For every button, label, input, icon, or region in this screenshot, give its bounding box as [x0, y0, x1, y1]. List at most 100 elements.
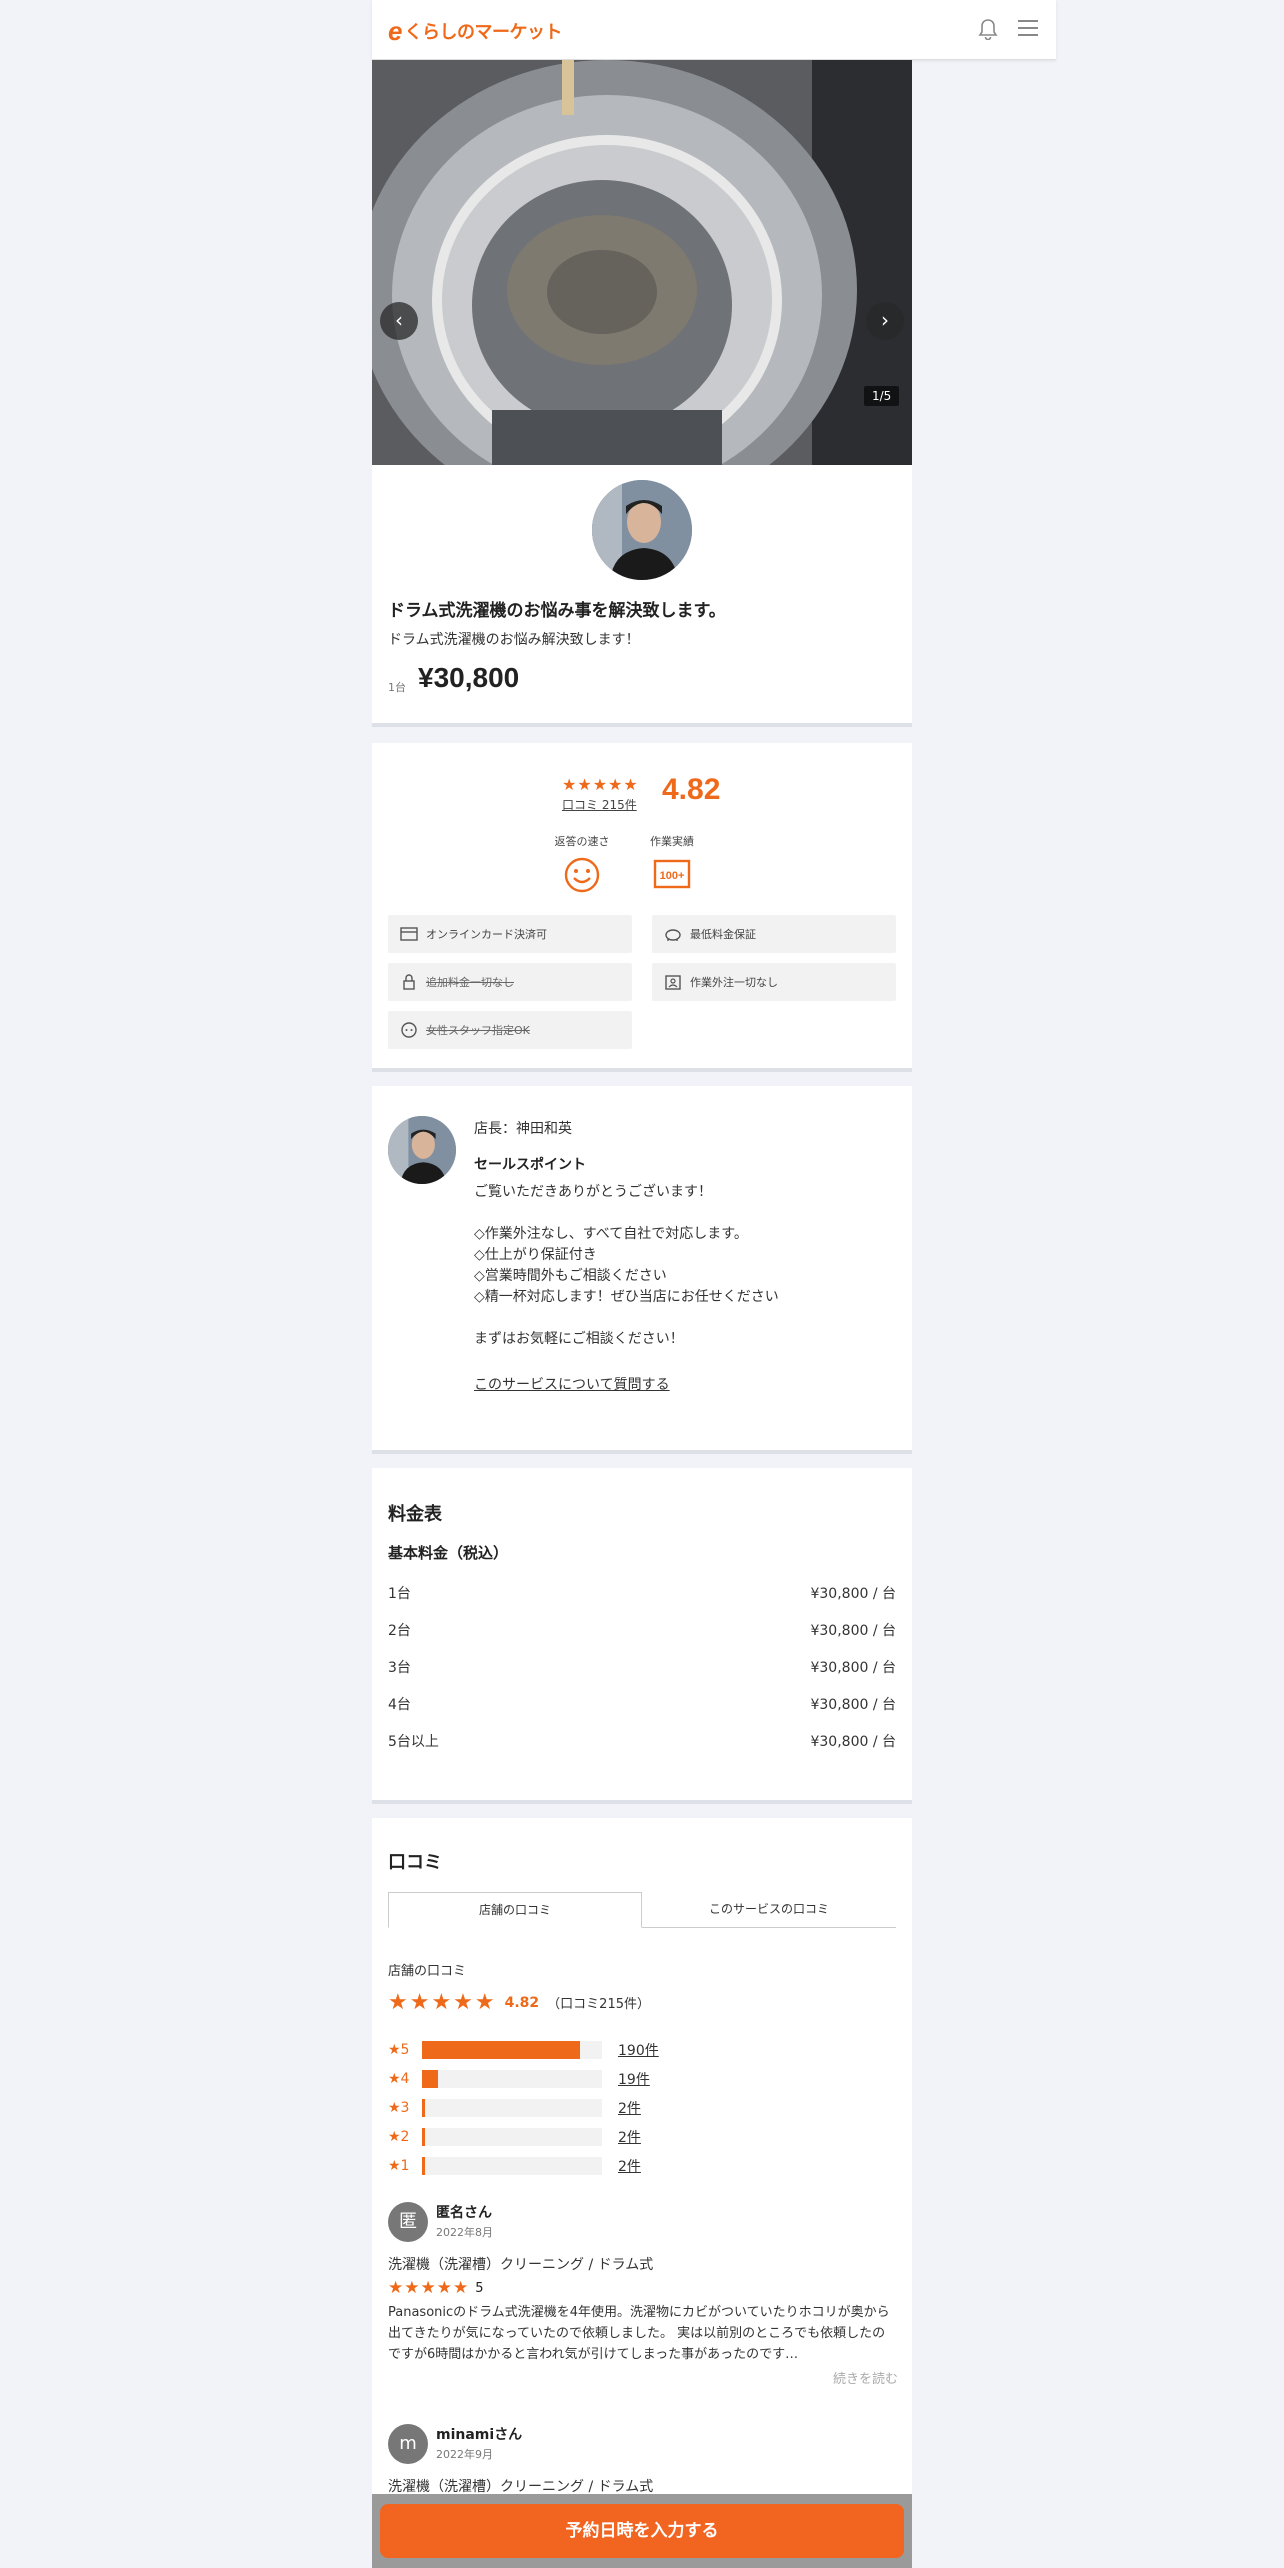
badge-label: 返答の速さ	[554, 835, 610, 848]
price-qty: 5台以上	[388, 1734, 439, 1750]
tab-store-reviews[interactable]: 店舗の口コミ	[388, 1892, 642, 1928]
review-score: 5	[475, 2280, 484, 2296]
read-more-link[interactable]: 続きを読む	[833, 2368, 898, 2387]
reviewer-avatar: 匿	[388, 2202, 428, 2242]
feature-no-extra-fees: 追加料金一切なし	[388, 963, 632, 1001]
review-service: 洗濯機（洗濯槽）クリーニング / ドラム式	[388, 2479, 654, 2495]
pricing-title: 料金表	[388, 1504, 442, 1525]
carousel-prev-button[interactable]: ‹	[380, 302, 418, 340]
reviewer-name: minamiさん	[436, 2427, 523, 2443]
price-qty: 3台	[388, 1660, 411, 1676]
rating-bar-label: ★4	[388, 2071, 410, 2087]
tab-service-reviews[interactable]: このサービスの口コミ	[642, 1892, 896, 1928]
price-row: 5台以上 ¥30,800 / 台	[388, 1731, 896, 1751]
review-count-link[interactable]: 口コミ 215件	[562, 796, 639, 813]
price-value: ¥30,800 / 台	[810, 1623, 896, 1639]
pricing-card: 料金表 基本料金（税込） 1台 ¥30,800 / 台 2台 ¥30,800 / 台…	[372, 1468, 912, 1804]
app-header: e くらしのマーケット	[372, 0, 1056, 60]
rating-stars: ★★★★★	[562, 775, 639, 794]
reviews-score: 4.82	[504, 1994, 540, 2011]
review-rating: ★★★★★ 5	[388, 2278, 483, 2298]
rating-bar-count-link[interactable]: 19件	[618, 2069, 650, 2089]
rating-bar-count-link[interactable]: 2件	[618, 2156, 641, 2176]
rating-bar-row: ★3 2件	[388, 2098, 641, 2118]
rating-card: ★★★★★ 口コミ 215件 4.82 返答の速さ 作業実績 100+ オンライ…	[372, 743, 912, 1072]
price-unit: 1台	[388, 681, 406, 694]
rating-bar-label: ★1	[388, 2158, 410, 2174]
service-summary: ドラム式洗濯機のお悩み事を解決致します。 ドラム式洗濯機のお悩み解決致します！ …	[372, 465, 912, 727]
service-title: ドラム式洗濯機のお悩み事を解決致します。	[388, 601, 726, 621]
reviewer-name: 匿名さん	[436, 2205, 492, 2221]
reviewer-avatar: m	[388, 2424, 428, 2464]
feature-online-card-payment: オンラインカード決済可	[388, 915, 632, 953]
feature-label: 追加料金一切なし	[426, 976, 514, 989]
rating-bar-fill	[422, 2157, 425, 2175]
price-qty: 1台	[388, 1586, 411, 1602]
price-value: ¥30,800 / 台	[810, 1697, 896, 1713]
price-row: 4台 ¥30,800 / 台	[388, 1694, 896, 1714]
pricing-subtitle: 基本料金（税込）	[388, 1544, 509, 1562]
store-avatar[interactable]	[592, 480, 692, 580]
site-logo[interactable]: e くらしのマーケット	[388, 18, 562, 44]
hamburger-menu-icon[interactable]	[1018, 20, 1038, 41]
rating-bar-track	[422, 2128, 602, 2146]
sales-point-title: セールスポイント	[474, 1157, 586, 1173]
price-value: ¥30,800 / 台	[810, 1660, 896, 1676]
lock-icon	[400, 974, 418, 990]
rating-bar-track	[422, 2041, 602, 2059]
price-qty: 4台	[388, 1697, 411, 1713]
review-tabs: 店舗の口コミ このサービスの口コミ	[388, 1892, 896, 1928]
rating-bar-fill	[422, 2099, 425, 2117]
review-stars: ★★★★★	[388, 2278, 470, 2298]
rating-bar-track	[422, 2099, 602, 2117]
price-value: ¥30,800 / 台	[810, 1586, 896, 1602]
rating-bar-row: ★2 2件	[388, 2127, 641, 2147]
review-date: 2022年9月	[436, 2448, 493, 2461]
price-row: 1台 ¥30,800 / 台	[388, 1583, 896, 1603]
rating-bar-row: ★4 19件	[388, 2069, 650, 2089]
rating-bar-label: ★5	[388, 2042, 410, 2058]
smile-icon	[542, 857, 622, 896]
carousel-next-button[interactable]: ›	[866, 302, 904, 340]
rating-bar-row: ★5 190件	[388, 2040, 659, 2060]
ask-question-link[interactable]: このサービスについて質問する	[474, 1374, 670, 1394]
hero-carousel[interactable]: ‹ › 1/5	[372, 60, 912, 465]
feature-label: 最低料金保証	[690, 928, 756, 941]
reserve-datetime-button[interactable]: 予約日時を入力する	[380, 2504, 904, 2558]
svg-text:100+: 100+	[660, 870, 685, 882]
female-staff-icon	[400, 1022, 418, 1038]
review-date: 2022年8月	[436, 2226, 493, 2239]
store-manager-avatar[interactable]	[388, 1116, 456, 1184]
badge-work-record: 作業実績 100+	[632, 833, 712, 894]
price-row: 3台 ¥30,800 / 台	[388, 1657, 896, 1677]
rating-bar-label: ★3	[388, 2100, 410, 2116]
reviews-stars: ★★★★★	[388, 1990, 497, 2015]
feature-label: オンラインカード決済可	[426, 928, 547, 941]
service-subtitle: ドラム式洗濯機のお悩み解決致します！	[388, 632, 640, 648]
store-manager-name: 店長：神田和英	[474, 1121, 572, 1137]
100-plus-icon: 100+	[632, 857, 712, 894]
feature-label: 女性スタッフ指定OK	[426, 1024, 530, 1037]
bell-icon[interactable]	[978, 18, 998, 44]
reviews-overall: ★★★★★ 4.82 （口コミ215件）	[388, 1990, 650, 2015]
piggy-bank-icon	[664, 926, 682, 942]
feature-no-outsourcing: 作業外注一切なし	[652, 963, 896, 1001]
feature-lowest-price-guarantee: 最低料金保証	[652, 915, 896, 953]
rating-bar-count-link[interactable]: 2件	[618, 2127, 641, 2147]
rating-summary: ★★★★★ 口コミ 215件	[562, 775, 639, 813]
rating-bar-label: ★2	[388, 2129, 410, 2145]
price-row: 2台 ¥30,800 / 台	[388, 1620, 896, 1640]
feature-label: 作業外注一切なし	[690, 976, 778, 989]
store-info-card: 店長：神田和英 セールスポイント ご覧いただきありがとうございます！ ◇作業外注…	[372, 1086, 912, 1454]
logo-text: くらしのマーケット	[404, 22, 562, 43]
rating-bar-count-link[interactable]: 2件	[618, 2098, 641, 2118]
rating-bar-track	[422, 2070, 602, 2088]
rating-score: 4.82	[662, 773, 721, 806]
reviews-count: （口コミ215件）	[547, 1997, 650, 2012]
rating-bar-count-link[interactable]: 190件	[618, 2040, 659, 2060]
review-body: Panasonicのドラム式洗濯機を4年使用。洗濯物にカビがついていたりホコリが…	[388, 2305, 890, 2362]
feature-female-staff: 女性スタッフ指定OK	[388, 1011, 632, 1049]
price-qty: 2台	[388, 1623, 411, 1639]
rating-bar-track	[422, 2157, 602, 2175]
rating-bar-row: ★1 2件	[388, 2156, 641, 2176]
